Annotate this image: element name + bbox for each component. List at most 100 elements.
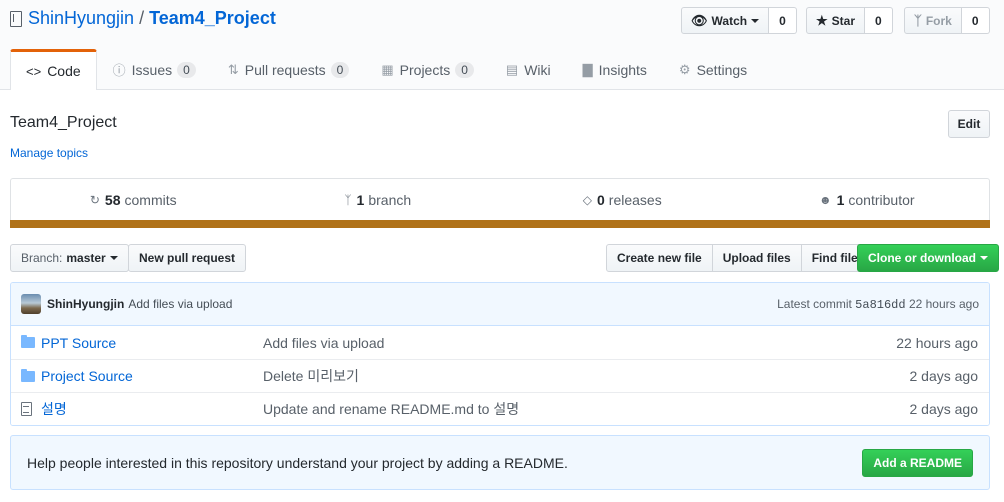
repo-title: ShinHyungjin / Team4_Project xyxy=(10,8,276,29)
chevron-down-icon xyxy=(109,256,118,260)
commit-tease: ShinHyungjin Add files via upload Latest… xyxy=(11,283,989,326)
tab-counter: 0 xyxy=(177,61,196,78)
list-item: 설명 Update and rename README.md to 설명 2 d… xyxy=(11,392,989,425)
commit-age: 22 hours ago xyxy=(908,296,979,311)
releases-count: 0 xyxy=(597,191,605,208)
latest-commit: Latest commit 5a816dd 22 hours ago xyxy=(777,297,979,312)
project-icon: ▦ xyxy=(381,61,394,77)
issue-icon: ⓘ xyxy=(112,63,126,78)
branch-prefix: Branch: xyxy=(21,251,63,265)
repo-header: ShinHyungjin / Team4_Project 👁 Watch 0 ★… xyxy=(0,0,1004,90)
new-pr-wrap: New pull request xyxy=(128,244,247,272)
path-separator: / xyxy=(139,8,145,28)
tab-label: Code xyxy=(47,63,81,79)
watch-button[interactable]: 👁 Watch xyxy=(681,7,770,34)
file-commit-message[interactable]: Delete 미리보기 xyxy=(263,366,910,386)
list-item: Project Source Delete 미리보기 2 days ago xyxy=(11,359,989,392)
add-readme-button[interactable]: Add a README xyxy=(862,448,973,477)
star-count[interactable]: 0 xyxy=(865,7,893,34)
new-pull-request-button[interactable]: New pull request xyxy=(128,244,247,272)
star-group: ★ Star 0 xyxy=(806,7,893,34)
fork-icon: ᛉ xyxy=(914,13,922,28)
book-icon: ▤ xyxy=(505,61,519,77)
branch-count: 1 xyxy=(356,191,365,208)
contributors-link[interactable]: ☻ 1 contributor xyxy=(745,179,990,220)
file-icon xyxy=(21,402,35,416)
file-commit-message[interactable]: Add files via upload xyxy=(263,335,896,351)
branch-select-button[interactable]: Branch: master xyxy=(10,244,129,272)
code-icon: <> xyxy=(26,63,42,79)
tab-label: Insights xyxy=(598,61,647,78)
fork-button[interactable]: ᛉ Fork xyxy=(904,7,962,34)
tab-insights[interactable]: ▇ Insights xyxy=(567,49,663,89)
clone-label: Clone or download xyxy=(868,251,976,265)
branches-link[interactable]: ᛉ 1 branch xyxy=(256,179,501,220)
tab-code[interactable]: <> Code xyxy=(10,49,97,90)
file-name-link[interactable]: PPT Source xyxy=(41,335,263,351)
commits-label: commits xyxy=(124,191,177,208)
list-item: PPT Source Add files via upload 22 hours… xyxy=(11,326,989,359)
people-icon: ☻ xyxy=(818,192,832,207)
folder-icon xyxy=(21,368,35,382)
commits-link[interactable]: ↻ 58 commits xyxy=(11,179,256,220)
repo-owner-link[interactable]: ShinHyungjin xyxy=(28,8,134,29)
tab-label: Issues xyxy=(131,61,173,78)
file-actions: Create new file Upload files Find file xyxy=(606,244,869,272)
tab-pull-requests[interactable]: ⇅ Pull requests 0 xyxy=(212,49,366,89)
gear-icon: ⚙ xyxy=(678,61,691,77)
file-browser: ShinHyungjin Add files via upload Latest… xyxy=(10,282,990,426)
fork-count[interactable]: 0 xyxy=(961,7,990,34)
tab-label: Projects xyxy=(399,61,451,78)
tag-icon: ◇ xyxy=(582,192,592,207)
contributors-label: contributor xyxy=(848,191,915,208)
history-icon: ↻ xyxy=(89,192,100,207)
edit-button[interactable]: Edit xyxy=(948,110,990,138)
create-new-file-button[interactable]: Create new file xyxy=(606,244,713,272)
eye-icon: 👁 xyxy=(691,12,708,28)
commit-sha[interactable]: 5a816dd xyxy=(855,298,905,312)
watch-label: Watch xyxy=(711,13,748,28)
tab-label: Pull requests xyxy=(244,61,326,78)
folder-icon xyxy=(21,335,35,348)
manage-topics-link[interactable]: Manage topics xyxy=(10,146,88,160)
graph-icon: ▇ xyxy=(582,61,593,77)
star-icon: ★ xyxy=(816,12,828,28)
file-age: 2 days ago xyxy=(909,401,979,417)
clone-or-download-button[interactable]: Clone or download xyxy=(857,244,999,272)
tab-settings[interactable]: ⚙ Settings xyxy=(663,49,763,89)
file-name-link[interactable]: 설명 xyxy=(41,399,263,419)
tab-label: Settings xyxy=(696,61,748,78)
branch-icon: ᛉ xyxy=(344,192,352,207)
releases-link[interactable]: ◇ 0 releases xyxy=(500,179,745,220)
releases-label: releases xyxy=(608,191,662,208)
fork-label: Fork xyxy=(925,13,952,28)
upload-files-button[interactable]: Upload files xyxy=(712,244,802,272)
avatar[interactable] xyxy=(21,294,41,314)
tab-projects[interactable]: ▦ Projects 0 xyxy=(365,49,490,89)
branch-name: master xyxy=(66,251,106,265)
watch-count[interactable]: 0 xyxy=(769,7,797,34)
contributors-count: 1 xyxy=(836,191,845,208)
file-age: 2 days ago xyxy=(909,368,979,384)
tab-counter: 0 xyxy=(330,61,350,78)
repo-name-link[interactable]: Team4_Project xyxy=(149,8,276,29)
file-commit-message[interactable]: Update and rename README.md to 설명 xyxy=(263,399,910,419)
language-bar[interactable] xyxy=(10,220,990,228)
star-label: Star xyxy=(831,13,855,28)
commit-author[interactable]: ShinHyungjin xyxy=(47,297,124,311)
fork-group: ᛉ Fork 0 xyxy=(904,7,990,34)
commits-count: 58 xyxy=(104,191,121,208)
tab-issues[interactable]: ⓘ Issues 0 xyxy=(97,49,212,89)
chevron-down-icon xyxy=(751,18,760,23)
file-age: 22 hours ago xyxy=(896,334,978,351)
branch-select-wrap: Branch: master xyxy=(10,244,129,272)
tab-label: Wiki xyxy=(524,61,551,78)
star-button[interactable]: ★ Star xyxy=(806,7,865,34)
pull-request-icon: ⇅ xyxy=(227,61,239,77)
readme-prompt: Help people interested in this repositor… xyxy=(10,435,990,490)
file-name-link[interactable]: Project Source xyxy=(41,368,263,384)
watch-group: 👁 Watch 0 xyxy=(681,7,797,34)
tab-wiki[interactable]: ▤ Wiki xyxy=(490,49,567,89)
commit-message[interactable]: Add files via upload xyxy=(128,297,232,311)
latest-commit-label: Latest commit xyxy=(777,296,852,311)
